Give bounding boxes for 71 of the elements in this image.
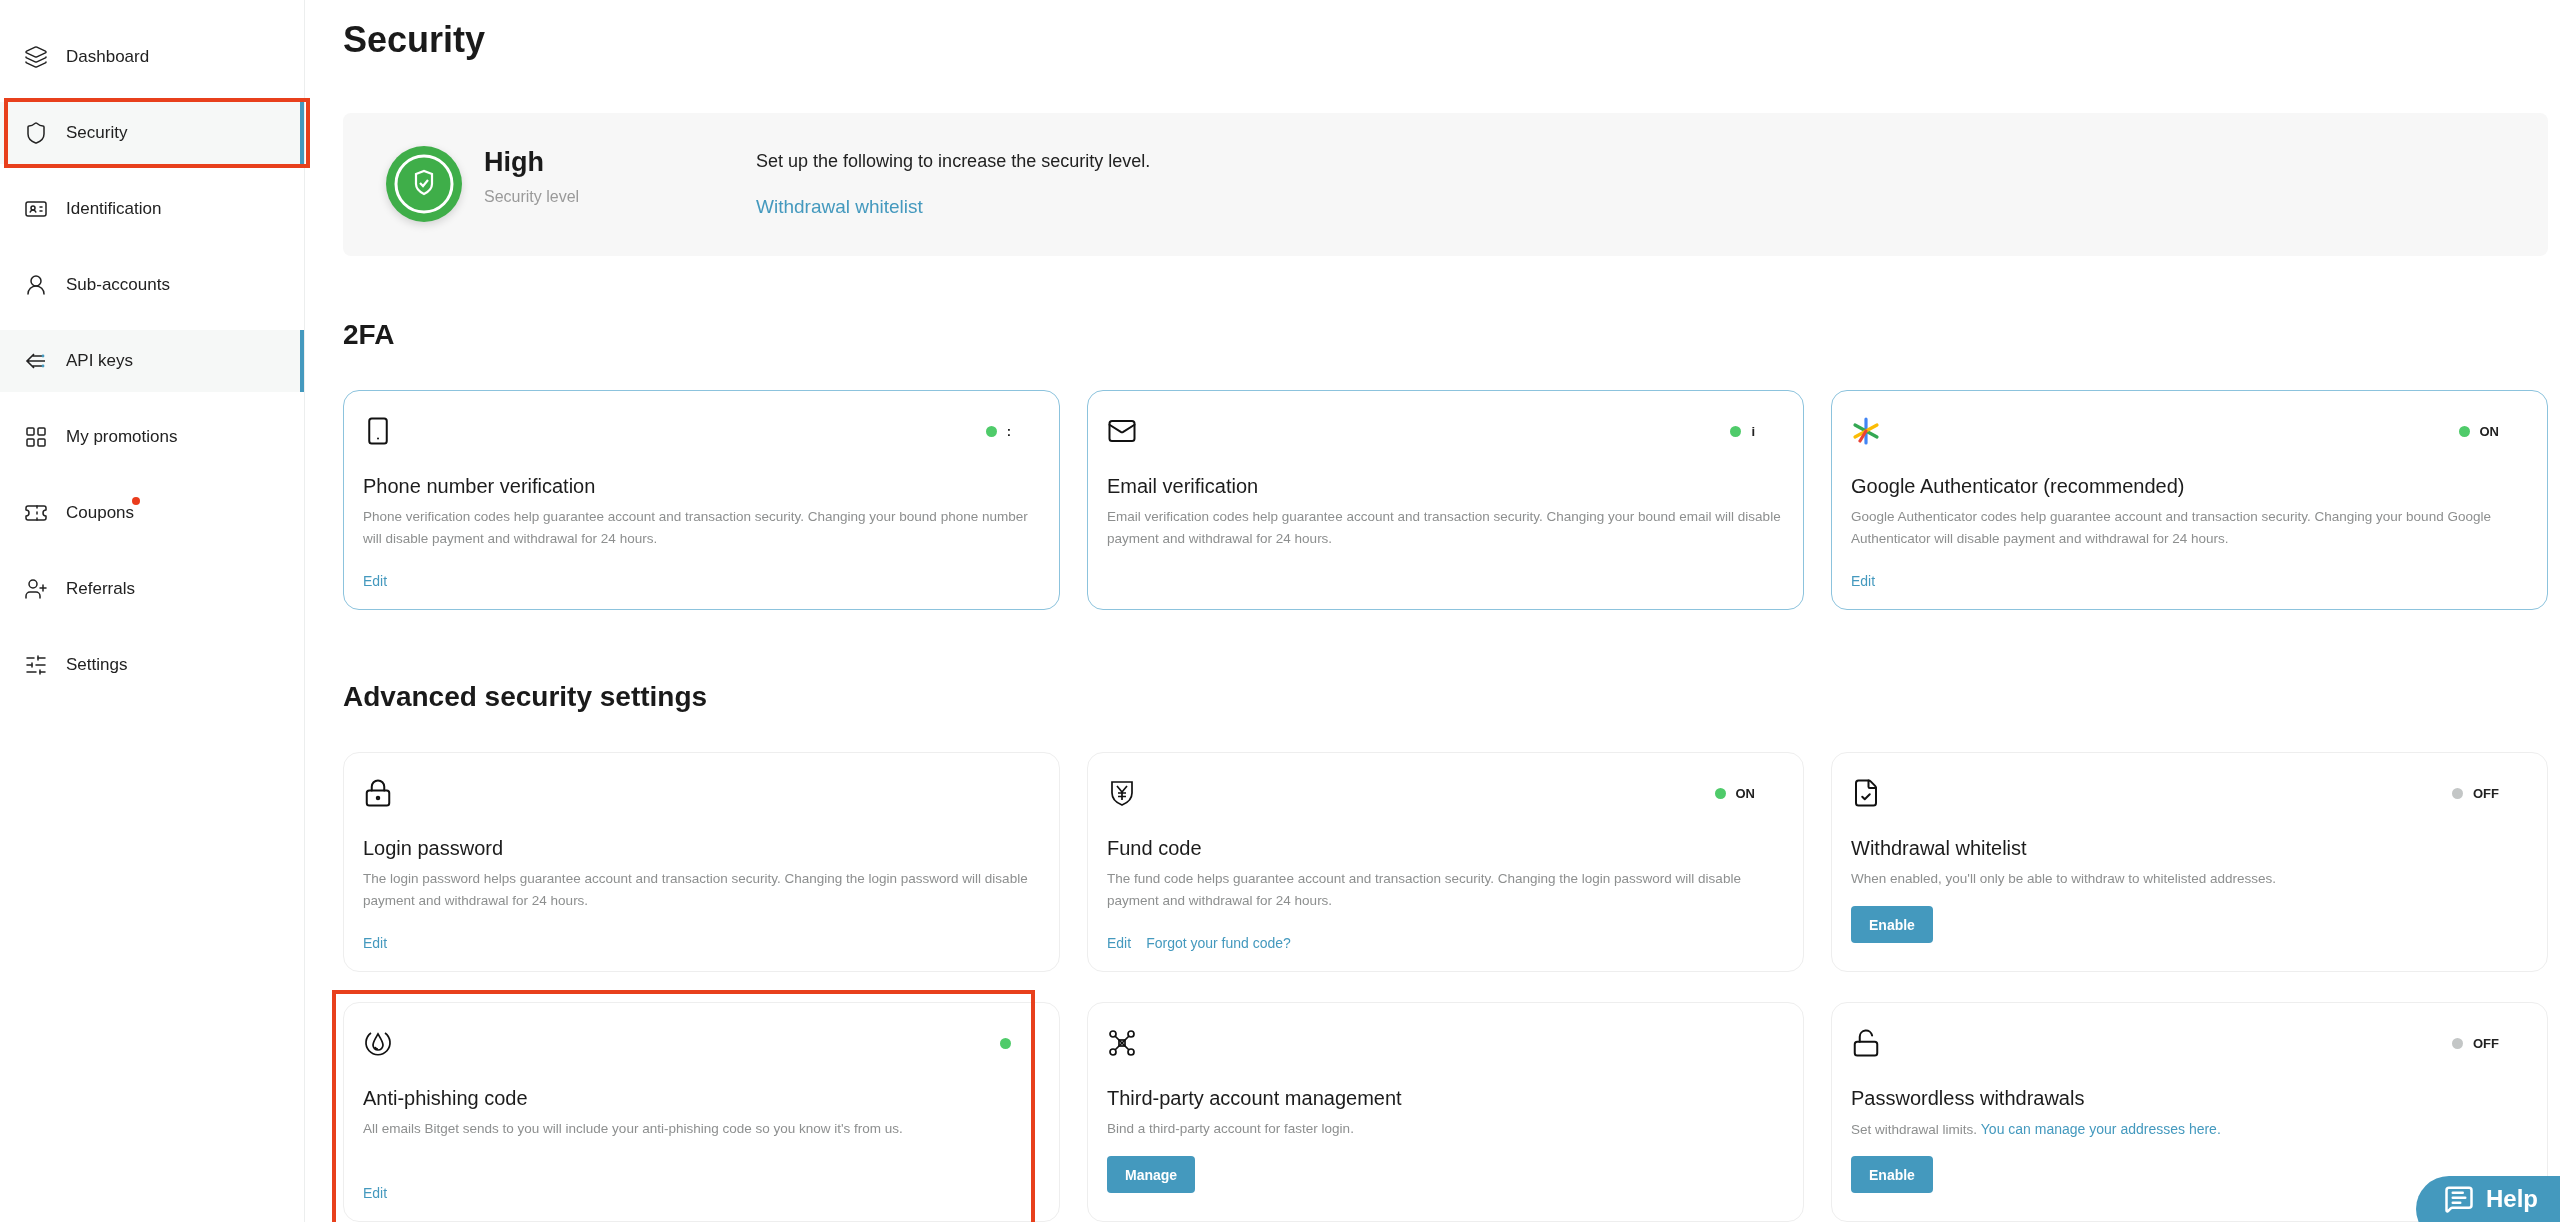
card-description: Phone verification codes help guarantee account and transaction security. Changing your bound phone number will disable payment and withdrawal for 24 hours. <box>363 508 1029 548</box>
sidebar-item[interactable]: Identification <box>0 178 304 240</box>
sidebar-label: Settings <box>66 655 128 675</box>
action-button[interactable]: Enable <box>1851 906 1933 943</box>
action-button[interactable]: Enable <box>1851 1156 1933 1193</box>
user-icon <box>24 273 48 297</box>
status-text: i <box>1751 423 1755 439</box>
sidebar-item[interactable]: Sub-accounts <box>0 254 304 316</box>
action-link[interactable]: Edit <box>1851 573 1876 589</box>
sidebar-item[interactable]: Settings <box>0 634 304 696</box>
action-link[interactable]: Edit <box>363 1185 388 1201</box>
card-title: Google Authenticator (recommended) <box>1851 475 2186 498</box>
sidebar-label: Dashboard <box>66 47 150 67</box>
chat-icon <box>2444 1184 2474 1214</box>
status-text: ON <box>2479 423 2499 439</box>
card-title: Email verification <box>1107 475 1260 498</box>
card-title: Passwordless withdrawals <box>1851 1087 2086 1110</box>
card-title: Anti-phishing code <box>363 1087 529 1110</box>
sidebar-item[interactable]: My promotions <box>0 406 304 468</box>
security-level-label: Security level <box>484 188 581 206</box>
card-description: Set withdrawal limits. You can manage your addresses here. <box>1851 1120 2222 1139</box>
sidebar-item[interactable]: Referrals <box>0 558 304 620</box>
card-description: Bind a third-party account for faster login. <box>1107 1120 1355 1138</box>
sidebar-label: API keys <box>66 351 134 371</box>
card-title: Withdrawal whitelist <box>1851 837 2028 860</box>
card-title: Third-party account management <box>1107 1087 1403 1110</box>
card-title: Login password <box>363 837 505 860</box>
card-description: Google Authenticator codes help guarantee account and transaction security. Changing your bound Google Authenticator will disable payment and withdrawal for 24 hours. <box>1851 508 2492 548</box>
status-text: ON <box>1735 785 1755 801</box>
sidebar-label: Security <box>66 123 128 143</box>
action-link[interactable]: Edit <box>363 935 388 951</box>
action-button[interactable]: Manage <box>1107 1156 1196 1193</box>
lock-icon <box>363 778 393 808</box>
shield-icon <box>24 121 48 145</box>
sliders-icon <box>24 653 48 677</box>
asterisk-icon <box>1851 416 1881 446</box>
card-description: When enabled, you'll only be able to withdraw to whitelisted addresses. <box>1851 870 2278 888</box>
whitelist-link[interactable]: Withdrawal whitelist <box>756 196 923 218</box>
action-link[interactable]: Edit <box>363 573 388 589</box>
card-title: Fund code <box>1107 837 1203 860</box>
section-title: Advanced security settings <box>343 680 709 714</box>
card-description: The login password helps guarantee account and transaction security. Changing the login password will disable payment and withdrawal for 24 hours. <box>363 870 1029 910</box>
sidebar-item[interactable]: API keys <box>0 330 304 392</box>
page-title: Security <box>343 18 487 62</box>
network-icon <box>1107 1028 1137 1058</box>
layers-icon <box>24 45 48 69</box>
status-text: OFF <box>2473 1035 2499 1051</box>
open-lock-icon <box>1851 1028 1881 1058</box>
card-description: Email verification codes help guarantee account and transaction security. Changing your bound email will disable payment and withdrawal for 24 hours. <box>1107 508 1782 548</box>
sidebar-label: Coupons <box>66 503 135 523</box>
help-button[interactable]: Help <box>2416 1176 2560 1222</box>
sidebar-item[interactable]: Coupons <box>0 482 304 544</box>
status-text: OFF <box>2473 785 2499 801</box>
sidebar-label: Sub-accounts <box>66 275 170 295</box>
security-level: High <box>484 147 545 178</box>
sidebar-label: Identification <box>66 199 162 219</box>
shield-badge-icon <box>386 146 462 222</box>
action-link[interactable]: Edit <box>1107 935 1132 951</box>
action-link[interactable]: Forgot your fund code? <box>1146 935 1291 951</box>
card-title: Phone number verification <box>363 475 597 498</box>
sidebar-item[interactable]: Dashboard <box>0 26 304 88</box>
card-description: All emails Bitget sends to you will include your anti-phishing code so you know it's from us. <box>363 1120 904 1138</box>
grid-icon <box>24 425 48 449</box>
card-description: The fund code helps guarantee account and transaction security. Changing the login password will disable payment and withdrawal for 24 hours. <box>1107 870 1742 910</box>
status-text: : <box>1006 423 1011 439</box>
sidebar-label: My promotions <box>66 427 178 447</box>
sidebar-label: Referrals <box>66 579 135 599</box>
section-title: 2FA <box>343 318 396 352</box>
manage-addresses-link[interactable]: You can manage your addresses here. <box>1980 1121 2221 1137</box>
summary-prompt: Set up the following to increase the security level. <box>756 151 1151 172</box>
user-plus-icon <box>24 577 48 601</box>
